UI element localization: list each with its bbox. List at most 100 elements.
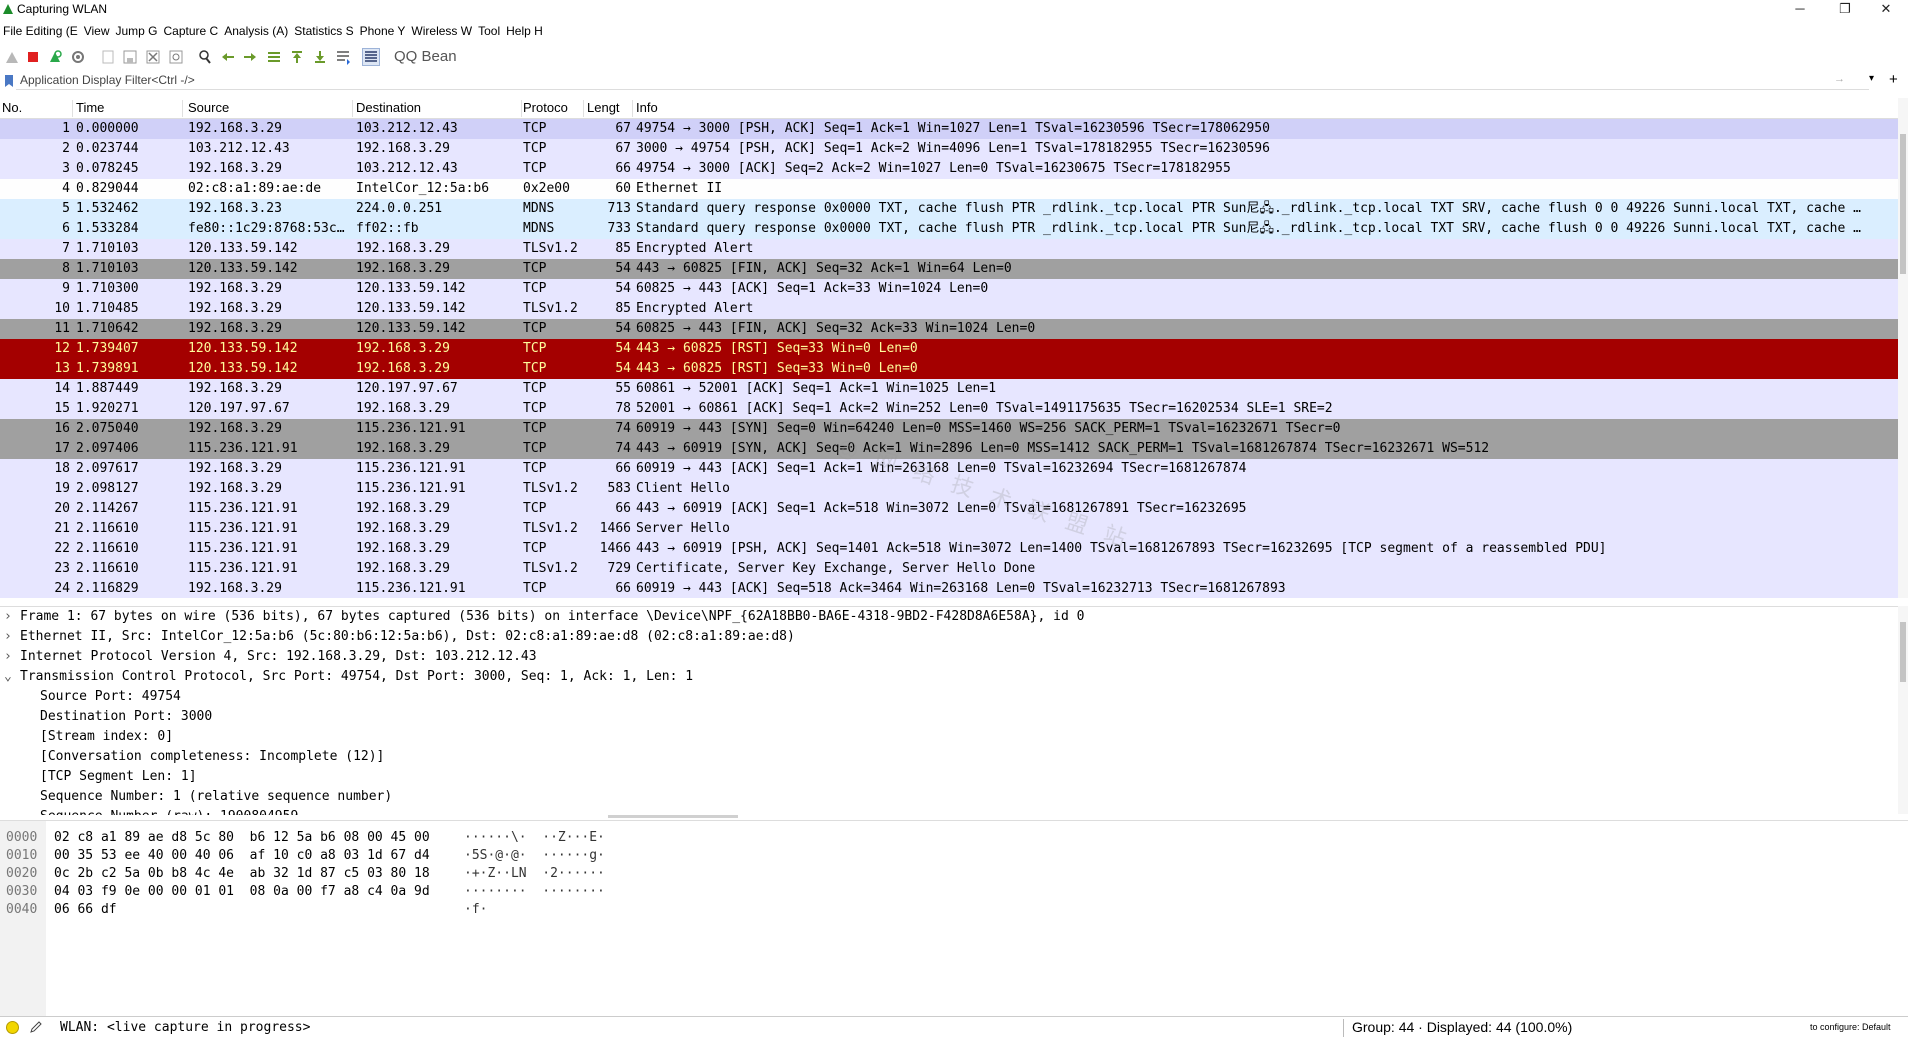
bytes-offset[interactable]: 0020 bbox=[6, 865, 37, 883]
bytes-hex[interactable]: 04 03 f9 0e 00 00 01 01 08 0a 00 f7 a8 c… bbox=[54, 883, 430, 901]
column-header-destination[interactable]: Destination bbox=[356, 100, 522, 117]
packet-row[interactable]: 5 1.532462 192.168.3.23 224.0.0.251 MDNS 713 S… bbox=[0, 199, 1898, 219]
packet-row[interactable]: 1 0.000000 192.168.3.29 103.212.12.43 TCP 67 4… bbox=[0, 119, 1898, 139]
column-header-time[interactable]: Time bbox=[76, 100, 183, 117]
open-file-icon[interactable] bbox=[100, 49, 116, 65]
detail-tree-node[interactable]: › Internet Protocol Version 4, Src: 192.1… bbox=[0, 647, 1898, 667]
go-back-icon[interactable] bbox=[220, 49, 236, 65]
reload-file-icon[interactable] bbox=[168, 49, 184, 65]
menu-view[interactable]: View bbox=[81, 22, 113, 42]
bytes-offset[interactable]: 0010 bbox=[6, 847, 37, 865]
bytes-offset[interactable]: 0040 bbox=[6, 901, 37, 919]
minimize-button[interactable]: ─ bbox=[1778, 0, 1822, 18]
detail-field[interactable]: Sequence Number (raw): 1900804959 bbox=[0, 807, 1898, 815]
packet-row[interactable]: 4 0.829044 02:c8:a1:89:ae:de IntelCor_12:5a… bbox=[0, 179, 1898, 199]
packet-row[interactable]: 6 1.533284 fe80::1c29:8768:53c… ff02::fb MDN… bbox=[0, 219, 1898, 239]
close-file-icon[interactable] bbox=[145, 49, 161, 65]
display-filter-input[interactable] bbox=[16, 71, 1869, 90]
bytes-hex[interactable]: 0c 2b c2 5a 0b b8 4c 4e ab 32 1d 87 c5 0… bbox=[54, 865, 430, 883]
packet-row[interactable]: 3 0.078245 192.168.3.29 103.212.12.43 TCP 66 4… bbox=[0, 159, 1898, 179]
bytes-ascii[interactable]: ·f· bbox=[464, 901, 487, 919]
packet-row[interactable]: 10 1.710485 192.168.3.29 120.133.59.142 TLSv… bbox=[0, 299, 1898, 319]
configuration-profile[interactable]: to configure: Default bbox=[1810, 1022, 1891, 1032]
column-header-protocol[interactable]: Protoco bbox=[523, 100, 584, 117]
expand-toggle-icon[interactable]: › bbox=[4, 607, 16, 627]
menu-wireless[interactable]: Wireless W bbox=[408, 22, 475, 42]
packet-row[interactable]: 19 2.098127 192.168.3.29 115.236.121.91 TLSv… bbox=[0, 479, 1898, 499]
detail-tree-node[interactable]: ⌄ Transmission Control Protocol, Src Port… bbox=[0, 667, 1898, 687]
column-header-source[interactable]: Source bbox=[188, 100, 353, 117]
column-header-no[interactable]: No. bbox=[2, 100, 73, 117]
bytes-hex[interactable]: 00 35 53 ee 40 00 40 06 af 10 c0 a8 03 1… bbox=[54, 847, 430, 865]
detail-field[interactable]: [TCP Segment Len: 1] bbox=[0, 767, 1898, 787]
packet-row[interactable]: 9 1.710300 192.168.3.29 120.133.59.142 TCP 54… bbox=[0, 279, 1898, 299]
detail-field[interactable]: [Conversation completeness: Incomplete (… bbox=[0, 747, 1898, 767]
expand-toggle-icon[interactable]: ⌄ bbox=[4, 667, 16, 687]
auto-scroll-icon[interactable] bbox=[335, 49, 351, 65]
menu-jump[interactable]: Jump G bbox=[113, 22, 161, 42]
menu-file[interactable]: File Editing (E bbox=[0, 22, 81, 42]
close-button[interactable]: ✕ bbox=[1864, 0, 1908, 18]
detail-field[interactable]: Sequence Number: 1 (relative sequence nu… bbox=[0, 787, 1898, 807]
packet-row[interactable]: 22 2.116610 115.236.121.91 192.168.3.29 TCP 1… bbox=[0, 539, 1898, 559]
last-packet-icon[interactable] bbox=[312, 49, 328, 65]
capture-status-indicator-icon[interactable] bbox=[6, 1021, 19, 1034]
shark-fin-start-icon[interactable] bbox=[4, 49, 20, 65]
filter-history-dropdown-icon[interactable]: ▾ bbox=[1869, 73, 1874, 84]
column-header-length[interactable]: Lengt bbox=[587, 100, 633, 117]
menu-phone[interactable]: Phone Y bbox=[357, 22, 409, 42]
detail-field[interactable]: Source Port: 49754 bbox=[0, 687, 1898, 707]
packet-row[interactable]: 21 2.116610 115.236.121.91 192.168.3.29 TLSv… bbox=[0, 519, 1898, 539]
packet-row[interactable]: 11 1.710642 192.168.3.29 120.133.59.142 TCP 5… bbox=[0, 319, 1898, 339]
detail-tree-node[interactable]: › Ethernet II, Src: IntelCor_12:5a:b6 (5c… bbox=[0, 627, 1898, 647]
packet-row[interactable]: 8 1.710103 120.133.59.142 192.168.3.29 TCP 54… bbox=[0, 259, 1898, 279]
detail-tree-node[interactable]: › Frame 1: 67 bytes on wire (536 bits), 6… bbox=[0, 607, 1898, 627]
bytes-offset[interactable]: 0030 bbox=[6, 883, 37, 901]
stop-capture-icon[interactable] bbox=[25, 49, 41, 65]
column-header-info[interactable]: Info bbox=[636, 100, 936, 117]
packet-row[interactable]: 18 2.097617 192.168.3.29 115.236.121.91 TCP 6… bbox=[0, 459, 1898, 479]
packet-row[interactable]: 13 1.739891 120.133.59.142 192.168.3.29 TCP 5… bbox=[0, 359, 1898, 379]
bytes-ascii[interactable]: ······\· ··Z···E· bbox=[464, 829, 605, 847]
capture-options-icon[interactable] bbox=[70, 49, 86, 65]
expand-toggle-icon[interactable]: › bbox=[4, 627, 16, 647]
menu-capture[interactable]: Capture C bbox=[161, 22, 222, 42]
bytes-offset[interactable]: 0000 bbox=[6, 829, 37, 847]
go-to-packet-icon[interactable] bbox=[266, 49, 282, 65]
bookmark-icon[interactable] bbox=[4, 74, 14, 88]
bytes-hex[interactable]: 06 66 df bbox=[54, 901, 117, 919]
restart-capture-icon[interactable] bbox=[47, 49, 63, 65]
menu-help[interactable]: Help H bbox=[503, 22, 546, 42]
packet-row[interactable]: 2 0.023744 103.212.12.43 192.168.3.29 TCP 67 3… bbox=[0, 139, 1898, 159]
packet-row[interactable]: 14 1.887449 192.168.3.29 120.197.97.67 TCP 55… bbox=[0, 379, 1898, 399]
packet-row[interactable]: 15 1.920271 120.197.97.67 192.168.3.29 TCP 78… bbox=[0, 399, 1898, 419]
packet-list-scroll-thumb[interactable] bbox=[1900, 134, 1906, 274]
first-packet-icon[interactable] bbox=[289, 49, 305, 65]
save-file-icon[interactable] bbox=[122, 49, 138, 65]
menu-statistics[interactable]: Statistics S bbox=[291, 22, 356, 42]
bytes-ascii[interactable]: ·5S·@·@· ······g· bbox=[464, 847, 605, 865]
capture-comment-icon[interactable] bbox=[29, 1020, 43, 1034]
packet-row[interactable]: 12 1.739407 120.133.59.142 192.168.3.29 TCP 5… bbox=[0, 339, 1898, 359]
bytes-ascii[interactable]: ·+·Z··LN ·2······ bbox=[464, 865, 605, 883]
detail-field[interactable]: [Stream index: 0] bbox=[0, 727, 1898, 747]
apply-filter-icon[interactable]: → bbox=[1834, 73, 1856, 87]
find-packet-icon[interactable] bbox=[197, 49, 213, 65]
bytes-ascii[interactable]: ········ ········ bbox=[464, 883, 605, 901]
colorize-icon[interactable] bbox=[362, 48, 380, 66]
details-horizontal-scroll-thumb[interactable] bbox=[608, 815, 738, 818]
maximize-button[interactable]: ❐ bbox=[1823, 0, 1867, 18]
packet-row[interactable]: 20 2.114267 115.236.121.91 192.168.3.29 TCP 6… bbox=[0, 499, 1898, 519]
menu-tool[interactable]: Tool bbox=[475, 22, 503, 42]
detail-field[interactable]: Destination Port: 3000 bbox=[0, 707, 1898, 727]
packet-row[interactable]: 7 1.710103 120.133.59.142 192.168.3.29 TLSv1… bbox=[0, 239, 1898, 259]
add-filter-button[interactable]: + bbox=[1889, 71, 1898, 88]
packet-row[interactable]: 23 2.116610 115.236.121.91 192.168.3.29 TLSv… bbox=[0, 559, 1898, 579]
packet-row[interactable]: 17 2.097406 115.236.121.91 192.168.3.29 TCP 7… bbox=[0, 439, 1898, 459]
packet-row[interactable]: 16 2.075040 192.168.3.29 115.236.121.91 TCP 7… bbox=[0, 419, 1898, 439]
menu-analysis[interactable]: Analysis (A) bbox=[221, 22, 291, 42]
bytes-hex[interactable]: 02 c8 a1 89 ae d8 5c 80 b6 12 5a b6 08 0… bbox=[54, 829, 430, 847]
packet-row[interactable]: 24 2.116829 192.168.3.29 115.236.121.91 TCP 6… bbox=[0, 579, 1898, 598]
details-scroll-thumb[interactable] bbox=[1900, 622, 1906, 682]
expand-toggle-icon[interactable]: › bbox=[4, 647, 16, 667]
